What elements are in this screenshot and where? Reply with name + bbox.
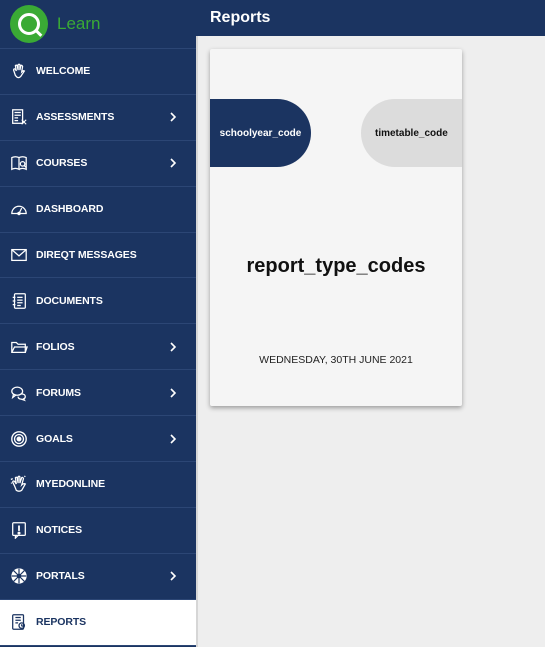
wave-hand-icon: [9, 61, 29, 81]
book-icon: [9, 153, 29, 173]
sidebar-item-portals[interactable]: PORTALS: [0, 554, 197, 600]
sidebar-item-forums[interactable]: FORUMS: [0, 370, 197, 417]
sidebar-item-label: MYEDONLINE: [36, 478, 106, 491]
header: Reports: [197, 0, 545, 36]
chevron-right-icon: [170, 342, 177, 352]
sidebar: Learn WELCOME ASSESSMENTS COURSES DASHBO…: [0, 0, 197, 647]
sidebar-item-myedonline[interactable]: MYEDONLINE: [0, 462, 197, 508]
sidebar-item-reports[interactable]: REPORTS: [0, 599, 197, 646]
portal-icon: [9, 566, 29, 586]
report-card-date: WEDNESDAY, 30TH JUNE 2021: [259, 354, 413, 366]
schoolyear-tag-label: schoolyear_code: [219, 127, 302, 139]
chevron-right-icon: [170, 433, 177, 444]
sidebar-item-label: DOCUMENTS: [36, 294, 103, 307]
schoolyear-tag: schoolyear_code: [210, 99, 311, 167]
target-icon: [9, 429, 29, 449]
sidebar-item-welcome[interactable]: WELCOME: [0, 49, 197, 95]
sidebar-item-direqt-messages[interactable]: DIREQT MESSAGES: [0, 233, 197, 279]
chevron-right-icon: [170, 158, 177, 168]
gauge-icon: [9, 199, 29, 219]
chat-bubbles-icon: [9, 383, 29, 403]
chevron-right-icon: [170, 388, 177, 398]
sidebar-item-label: DASHBOARD: [36, 203, 104, 216]
sidebar-item-courses[interactable]: COURSES: [0, 141, 197, 187]
notice-icon: [9, 520, 29, 540]
sidebar-item-dashboard[interactable]: DASHBOARD: [0, 187, 197, 233]
timetable-tag: timetable_code: [361, 99, 462, 167]
logo-text: Learn: [57, 14, 101, 33]
logo[interactable]: Learn: [0, 0, 197, 49]
document-icon: [9, 291, 29, 311]
sidebar-item-label: COURSES: [36, 157, 88, 170]
sidebar-item-documents[interactable]: DOCUMENTS: [0, 278, 197, 325]
sidebar-item-folios[interactable]: FOLIOS: [0, 324, 197, 371]
report-icon: [9, 612, 29, 632]
report-card[interactable]: schoolyear_code timetable_code report_ty…: [210, 49, 462, 406]
logo-icon: [10, 5, 48, 43]
sidebar-item-label: FOLIOS: [36, 340, 75, 353]
timetable-tag-label: timetable_code: [375, 127, 448, 139]
hand-icon: [9, 474, 29, 494]
sidebar-divider: [196, 36, 198, 647]
sidebar-item-label: REPORTS: [36, 616, 87, 629]
sidebar-item-assessments[interactable]: ASSESSMENTS: [0, 95, 197, 141]
assessment-icon: [9, 107, 29, 127]
page-title: Reports: [210, 9, 271, 26]
sidebar-item-label: GOALS: [36, 432, 73, 445]
sidebar-item-label: PORTALS: [36, 570, 85, 583]
report-card-title: report_type_codes: [246, 255, 426, 277]
sidebar-item-goals[interactable]: GOALS: [0, 416, 197, 463]
chevron-right-icon: [170, 571, 177, 581]
folder-icon: [9, 337, 29, 357]
sidebar-item-label: FORUMS: [36, 386, 81, 399]
sidebar-item-label: WELCOME: [36, 65, 91, 78]
sidebar-item-label: DIREQT MESSAGES: [36, 249, 137, 261]
sidebar-item-label: ASSESSMENTS: [36, 111, 115, 124]
sidebar-item-label: NOTICES: [36, 524, 82, 537]
envelope-icon: [9, 245, 29, 265]
sidebar-item-notices[interactable]: NOTICES: [0, 508, 197, 554]
chevron-right-icon: [170, 112, 177, 122]
